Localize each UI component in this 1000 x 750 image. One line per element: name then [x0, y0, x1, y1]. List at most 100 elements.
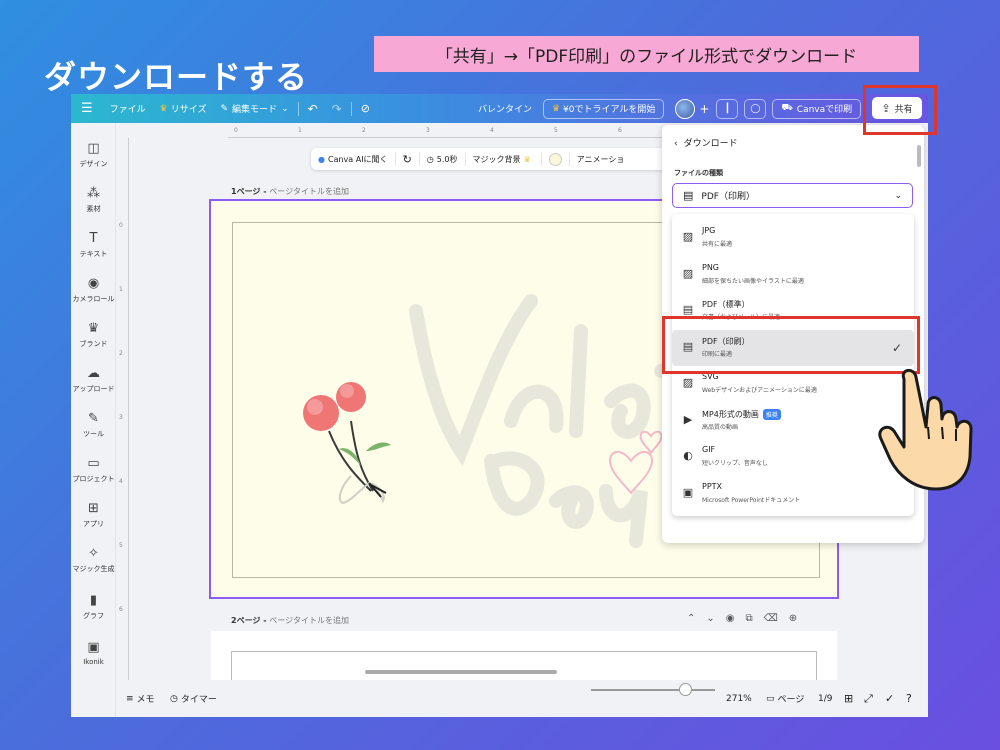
- magic-background-button[interactable]: マジック背景 ♛: [466, 152, 542, 166]
- menu-button[interactable]: ☰: [71, 94, 103, 123]
- page-2-label[interactable]: 2ページ - ページタイトルを追加: [231, 615, 349, 626]
- divider: [297, 101, 299, 116]
- redo-icon: ↷: [331, 101, 342, 116]
- save-status-button[interactable]: ⊘: [354, 94, 377, 123]
- comment-icon: ◯: [750, 103, 761, 114]
- edit-mode-label: 編集モード: [232, 105, 278, 115]
- option-description: 短いクリップ、音声なし: [702, 460, 768, 467]
- trial-button[interactable]: ♛ ¥0でトライアルを開始: [542, 98, 665, 119]
- sidebar-item-5[interactable]: ☁ アップロード: [71, 366, 116, 394]
- background-color-button[interactable]: [542, 152, 570, 166]
- crown-icon: ♛: [551, 103, 561, 114]
- chevron-down-icon[interactable]: ⌄: [706, 613, 714, 624]
- download-heading: ダウンロード: [683, 139, 738, 149]
- pdf-print-highlight-box: [662, 316, 920, 374]
- option-title: JPG: [702, 226, 715, 235]
- option-title-text: JPG: [702, 226, 716, 235]
- layout-icon: ◫: [87, 141, 100, 156]
- option-description: Microsoft PowerPointドキュメント: [702, 496, 801, 504]
- comment-button[interactable]: ◯: [744, 98, 767, 119]
- pages-icon: ▭: [766, 693, 775, 704]
- animation-button[interactable]: アニメーショ: [570, 152, 632, 166]
- sidebar-item-label: グラフ: [83, 612, 104, 620]
- file-type-selected-value: PDF（印刷）: [701, 192, 755, 202]
- undo-button[interactable]: ↶: [301, 94, 325, 123]
- ruler-tick-label: 1: [119, 286, 123, 293]
- ikonik-icon: ▣: [87, 640, 100, 655]
- duplicate-icon[interactable]: ⧉: [746, 613, 753, 624]
- add-page-icon[interactable]: ⊕: [789, 613, 797, 624]
- zoom-value[interactable]: 271%: [726, 694, 752, 704]
- document-icon: ▤: [683, 189, 694, 202]
- file-type-select[interactable]: ▤ PDF（印刷） ⌄: [672, 183, 913, 208]
- pages-button[interactable]: ▭ ページ: [766, 692, 804, 706]
- help-icon[interactable]: ?: [906, 692, 912, 705]
- sidebar-item-6[interactable]: ✎ ツール: [71, 411, 116, 439]
- sidebar-item-label: アプリ: [83, 520, 104, 528]
- design-name[interactable]: バレンタイン: [471, 94, 539, 123]
- sidebar-item-2[interactable]: T テキスト: [71, 231, 116, 259]
- canva-editor: ☰ ファイル ♛ リサイズ ✎ 編集モード ⌄ ↶ ↷ ⊘ バレンタイン ♛ ¥0でトラ…: [71, 94, 928, 717]
- chevron-up-icon[interactable]: ⌃: [687, 613, 695, 624]
- fullscreen-icon[interactable]: ⤢: [864, 692, 873, 706]
- ruler-tick-label: 2: [362, 127, 366, 134]
- horizontal-scrollbar[interactable]: [365, 670, 557, 674]
- sidebar-item-7[interactable]: ▭ プロジェクト: [71, 456, 116, 484]
- bar-chart-icon: ┃: [724, 103, 731, 114]
- edit-mode-dropdown[interactable]: ✎ 編集モード ⌄: [213, 94, 295, 123]
- ruler-tick-label: 6: [119, 606, 123, 613]
- notes-label: メモ: [136, 695, 155, 705]
- file-type-label: ファイルの種類: [674, 169, 723, 177]
- timer-button[interactable]: ◷ タイマー: [170, 692, 217, 706]
- sidebar-item-9[interactable]: ✧ マジック生成: [71, 546, 116, 574]
- duration-button[interactable]: ◷ 5.0秒: [420, 152, 466, 166]
- back-to-share-button[interactable]: ‹ ダウンロード: [674, 136, 738, 149]
- image-icon: ▨: [682, 376, 694, 389]
- timer-icon: ◷: [170, 693, 178, 704]
- ruler-tick-label: 0: [119, 222, 123, 229]
- zoom-slider[interactable]: [591, 689, 715, 691]
- page-counter[interactable]: 1/9: [818, 694, 832, 704]
- sidebar-item-8[interactable]: ⊞ アプリ: [71, 501, 116, 529]
- print-button[interactable]: ⛟ Canvaで印刷: [772, 98, 862, 119]
- ruler-tick-label: 5: [119, 542, 123, 549]
- check-circle-icon[interactable]: ✓: [885, 692, 894, 705]
- trial-label: ¥0でトライアルを開始: [563, 105, 656, 115]
- option-title: MP4形式の動画 推奨: [702, 408, 781, 420]
- file-menu[interactable]: ファイル: [103, 94, 153, 123]
- sidebar-item-10[interactable]: ▮ グラフ: [71, 593, 116, 621]
- cloud-upload-icon: ☁: [87, 366, 100, 381]
- canva-ai-button[interactable]: ● Canva AIに聞く: [311, 152, 396, 166]
- redo-button[interactable]: ↷: [325, 94, 349, 123]
- sidebar-item-1[interactable]: ⁂ 素材: [71, 186, 116, 214]
- presentation-icon: ▣: [682, 485, 694, 499]
- avatar[interactable]: [675, 98, 696, 119]
- sidebar-item-4[interactable]: ♛ ブランド: [71, 321, 116, 349]
- sidebar-item-11[interactable]: ▣ Ikonik: [71, 640, 116, 666]
- image-icon: ▨: [682, 230, 694, 243]
- page-1-label[interactable]: 1ページ - ページタイトルを追加: [231, 186, 349, 197]
- hide-icon[interactable]: ◉: [726, 613, 735, 624]
- sidebar-item-3[interactable]: ◉ カメラロール: [71, 276, 116, 304]
- panel-scrollbar[interactable]: [917, 145, 921, 167]
- left-sidebar: ◫ デザイン ⁂ 素材 T テキスト ◉ カメラロール ♛ ブランド ☁ アップロード ✎ ツール ▭ プロジ…: [71, 123, 116, 717]
- file-type-option[interactable]: ▨ JPG 共有に最適: [672, 220, 914, 256]
- file-type-option[interactable]: ▨ PNG 細部を保ちたい画像やイラストに最適: [672, 257, 914, 293]
- grid-view-icon[interactable]: ⊞: [844, 692, 853, 705]
- animation-label: アニメーショ: [576, 154, 625, 164]
- chevron-down-icon: ⌄: [281, 103, 289, 114]
- sidebar-item-label: アップロード: [72, 385, 115, 393]
- page-2-title-placeholder: ページタイトルを追加: [269, 616, 349, 625]
- folder-icon: ▭: [87, 456, 100, 471]
- trash-icon[interactable]: ⌫: [764, 613, 778, 624]
- add-collaborator-button[interactable]: +: [695, 94, 713, 123]
- ruler-tick-label: 3: [119, 414, 123, 421]
- sidebar-item-0[interactable]: ◫ デザイン: [71, 141, 116, 169]
- notes-button[interactable]: ≡ メモ: [126, 692, 155, 706]
- replace-button[interactable]: ↻: [396, 152, 420, 166]
- option-title: PPTX: [702, 482, 722, 491]
- option-description: 共有に最適: [702, 241, 733, 248]
- resize-button[interactable]: ♛ リサイズ: [153, 94, 214, 123]
- insights-button[interactable]: ┃: [716, 98, 739, 119]
- page-2-tools: ⌃ ⌄ ◉ ⧉ ⌫ ⊕: [687, 613, 797, 624]
